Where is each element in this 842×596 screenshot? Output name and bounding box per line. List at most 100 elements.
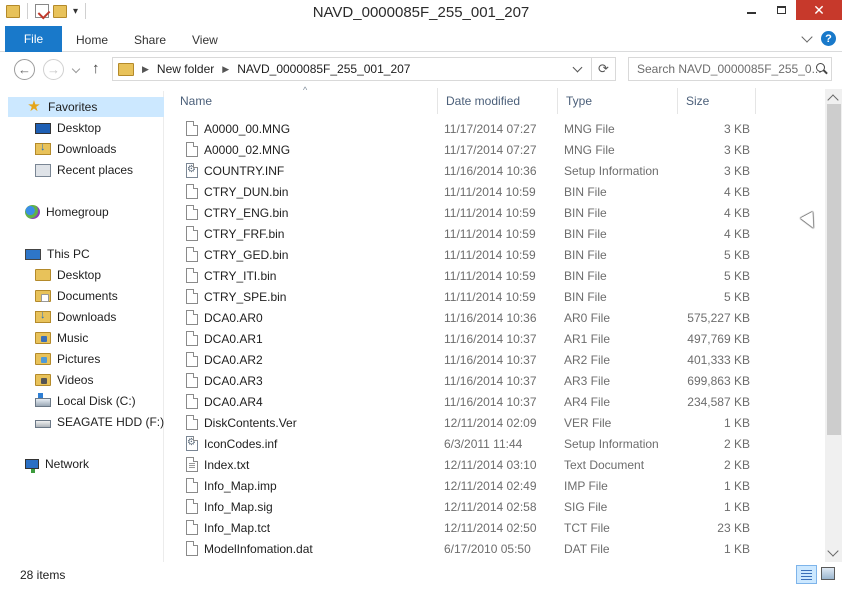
settings-file-icon xyxy=(186,436,198,451)
search-icon[interactable] xyxy=(816,63,825,72)
breadcrumb-separator-icon[interactable]: ▶ xyxy=(222,64,229,75)
file-icon xyxy=(186,142,198,157)
nav-item-documents[interactable]: Documents xyxy=(35,286,118,306)
maximize-button[interactable] xyxy=(766,0,796,20)
nav-item-downloads[interactable]: Downloads xyxy=(35,139,116,159)
file-type: AR0 File xyxy=(564,311,611,325)
search-input[interactable]: Search NAVD_0000085F_255_0... xyxy=(628,57,832,81)
file-date-modified: 11/11/2014 10:59 xyxy=(444,206,536,220)
tab-file[interactable]: File xyxy=(5,26,62,52)
file-name: Info_Map.sig xyxy=(204,500,273,514)
file-size: 2 KB xyxy=(723,458,750,472)
file-row[interactable]: COUNTRY.INF 11/16/2014 10:36 Setup Informa… xyxy=(172,161,822,182)
file-row[interactable]: Info_Map.sig 12/11/2014 02:58 SIG File 1 KB xyxy=(172,497,822,518)
minimize-icon xyxy=(746,12,756,14)
file-name: CTRY_ENG.bin xyxy=(204,206,289,220)
file-icon xyxy=(186,184,198,199)
nav-item-pc-desktop[interactable]: Desktop xyxy=(35,265,101,285)
file-icon xyxy=(186,121,198,136)
tab-view[interactable]: View xyxy=(192,33,218,47)
file-type: BIN File xyxy=(564,269,607,283)
forward-button[interactable]: → xyxy=(43,59,64,80)
nav-item-homegroup[interactable]: Homegroup xyxy=(25,202,109,222)
file-row[interactable]: Info_Map.tct 12/11/2014 02:50 TCT File 23 K… xyxy=(172,518,822,539)
file-name: Index.txt xyxy=(204,458,250,472)
file-row[interactable]: IconCodes.inf 6/3/2011 11:44 Setup Informa… xyxy=(172,434,822,455)
file-icon xyxy=(186,352,198,367)
nav-item-local-disk[interactable]: Local Disk (C:) xyxy=(35,391,136,411)
nav-item-network[interactable]: Network xyxy=(25,454,89,474)
large-icons-view-icon[interactable] xyxy=(821,567,835,580)
nav-item-this-pc[interactable]: This PC xyxy=(25,244,90,264)
breadcrumb-new-folder[interactable]: New folder xyxy=(157,62,214,76)
expand-ribbon-chevron-icon[interactable] xyxy=(801,30,813,43)
file-row[interactable]: A0000_02.MNG 11/17/2014 07:27 MNG File 3 KB xyxy=(172,140,822,161)
nav-item-recent-places[interactable]: Recent places xyxy=(35,160,133,180)
nav-item-desktop[interactable]: Desktop xyxy=(35,118,101,138)
file-date-modified: 11/16/2014 10:37 xyxy=(444,353,537,367)
file-row[interactable]: CTRY_ENG.bin 11/11/2014 10:59 BIN File 4 KB xyxy=(172,203,822,224)
column-header-type[interactable]: Type xyxy=(558,88,678,114)
file-icon xyxy=(186,373,198,388)
close-button[interactable]: ✕ xyxy=(796,0,842,20)
tab-home[interactable]: Home xyxy=(76,33,108,47)
file-icon xyxy=(186,247,198,262)
file-row[interactable]: A0000_00.MNG 11/17/2014 07:27 MNG File 3 KB xyxy=(172,119,822,140)
minimize-button[interactable] xyxy=(736,0,766,20)
up-arrow-icon[interactable]: ↑ xyxy=(92,60,100,77)
file-row[interactable]: CTRY_GED.bin 11/11/2014 10:59 BIN File 5 KB xyxy=(172,245,822,266)
file-type: IMP File xyxy=(564,479,608,493)
file-date-modified: 12/11/2014 02:49 xyxy=(444,479,537,493)
address-dropdown-chevron-icon[interactable] xyxy=(572,62,583,73)
refresh-button[interactable]: ⟳ xyxy=(592,57,616,81)
file-row[interactable]: Info_Map.imp 12/11/2014 02:49 IMP File 1 KB xyxy=(172,476,822,497)
column-header-label: Type xyxy=(566,94,593,108)
nav-item-favorites[interactable]: ★ Favorites xyxy=(8,97,164,117)
nav-item-seagate-hdd[interactable]: SEAGATE HDD (F:) xyxy=(35,412,164,432)
nav-item-music[interactable]: Music xyxy=(35,328,88,348)
file-date-modified: 11/11/2014 10:59 xyxy=(444,227,536,241)
nav-item-label: Music xyxy=(57,331,89,345)
external-drive-icon xyxy=(35,420,51,428)
file-row[interactable]: DCA0.AR3 11/16/2014 10:37 AR3 File 699,863 … xyxy=(172,371,822,392)
file-row[interactable]: CTRY_ITI.bin 11/11/2014 10:59 BIN File 5 KB xyxy=(172,266,822,287)
back-button[interactable]: ← xyxy=(14,59,35,80)
address-bar[interactable]: ▶ New folder ▶ NAVD_0000085F_255_001_207 xyxy=(112,57,592,81)
column-header-size[interactable]: Size xyxy=(678,88,756,114)
nav-item-videos[interactable]: Videos xyxy=(35,370,93,390)
file-name: DCA0.AR4 xyxy=(204,395,263,409)
file-row[interactable]: DCA0.AR2 11/16/2014 10:37 AR2 File 401,333 … xyxy=(172,350,822,371)
nav-item-pc-downloads[interactable]: Downloads xyxy=(35,307,116,327)
file-row[interactable]: DCA0.AR4 11/16/2014 10:37 AR4 File 234,587 … xyxy=(172,392,822,413)
details-view-icon[interactable] xyxy=(796,565,817,584)
desktop-icon xyxy=(35,123,51,134)
column-header-label: Size xyxy=(686,94,710,108)
nav-item-pictures[interactable]: Pictures xyxy=(35,349,100,369)
file-date-modified: 11/11/2014 10:59 xyxy=(444,290,536,304)
scroll-down-arrow-icon[interactable] xyxy=(827,545,839,557)
scrollbar-thumb[interactable] xyxy=(827,104,841,435)
file-size: 5 KB xyxy=(723,290,750,304)
file-row[interactable]: DCA0.AR1 11/16/2014 10:37 AR1 File 497,769 … xyxy=(172,329,822,350)
file-name: A0000_02.MNG xyxy=(204,143,291,157)
navigation-pane: ★ Favorites Desktop Downloads Recent pla… xyxy=(0,91,164,562)
column-header-name[interactable]: Name ^ xyxy=(172,85,438,114)
recent-locations-chevron-icon[interactable] xyxy=(71,64,81,74)
vertical-scrollbar[interactable] xyxy=(825,89,842,562)
file-row[interactable]: CTRY_DUN.bin 11/11/2014 10:59 BIN File 4 KB xyxy=(172,182,822,203)
file-row[interactable]: DCA0.AR0 11/16/2014 10:36 AR0 File 575,227 … xyxy=(172,308,822,329)
help-icon[interactable]: ? xyxy=(821,31,836,46)
breadcrumb-current-folder[interactable]: NAVD_0000085F_255_001_207 xyxy=(237,62,410,76)
file-row[interactable]: Index.txt 12/11/2014 03:10 Text Document 2 … xyxy=(172,455,822,476)
column-header-date-modified[interactable]: Date modified xyxy=(438,88,558,114)
file-row[interactable]: DiskContents.Ver 12/11/2014 02:09 VER File… xyxy=(172,413,822,434)
breadcrumb-separator-icon[interactable]: ▶ xyxy=(142,64,149,75)
nav-item-label: Desktop xyxy=(57,268,102,282)
file-type: SIG File xyxy=(564,500,608,514)
file-type: DAT File xyxy=(564,542,610,556)
network-icon xyxy=(25,459,39,473)
file-row[interactable]: CTRY_FRF.bin 11/11/2014 10:59 BIN File 4 KB xyxy=(172,224,822,245)
file-row[interactable]: CTRY_SPE.bin 11/11/2014 10:59 BIN File 5 KB xyxy=(172,287,822,308)
tab-share[interactable]: Share xyxy=(134,33,166,47)
file-row[interactable]: ModelInfomation.dat 6/17/2010 05:50 DAT Fi… xyxy=(172,539,822,560)
